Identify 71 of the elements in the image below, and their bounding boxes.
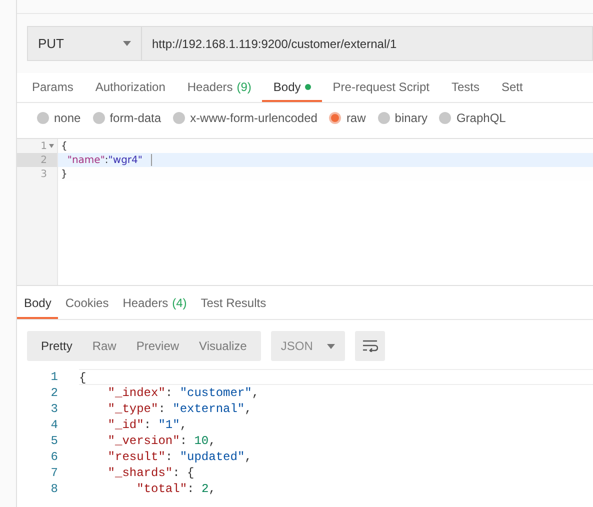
request-tab[interactable]: Body — [262, 73, 322, 102]
code-punct: : — [104, 154, 108, 168]
code-punct: : — [180, 433, 188, 449]
code-string: "wgr4" — [108, 154, 142, 168]
code-key: "result" — [79, 449, 166, 465]
response-tab[interactable]: Test Results — [194, 288, 274, 319]
request-tab[interactable]: Headers (9) — [176, 73, 262, 102]
line-number: 6 — [50, 449, 58, 465]
body-type-radio[interactable]: GraphQL — [439, 109, 506, 127]
code-string: "external" — [172, 401, 245, 417]
code-punct: { — [61, 140, 68, 154]
code-punct: , — [252, 385, 260, 401]
code-key: "name" — [61, 152, 105, 168]
view-mode-tab[interactable]: Raw — [82, 331, 126, 361]
line-number: 2 — [50, 385, 58, 401]
code-punct: : — [165, 385, 174, 401]
code-punct: : — [158, 401, 166, 417]
code-punct: , — [208, 481, 216, 497]
fold-caret-icon[interactable] — [49, 144, 54, 148]
code-number: 2 — [201, 481, 209, 497]
request-tab[interactable]: Authorization — [84, 73, 176, 102]
request-tab[interactable]: Tests — [440, 73, 490, 102]
code-punct: { — [79, 370, 86, 384]
format-dropdown[interactable]: JSON — [270, 331, 345, 361]
response-tab[interactable]: Cookies — [58, 288, 116, 319]
view-mode-tab[interactable]: Pretty — [31, 331, 82, 361]
response-tab[interactable]: Headers (4) — [116, 288, 194, 319]
code-punct: , — [208, 433, 216, 449]
wrap-lines-icon — [362, 340, 378, 352]
code-number: 10 — [194, 433, 209, 449]
body-type-radio[interactable]: none — [37, 109, 81, 127]
line-number: 3 — [40, 168, 47, 182]
code-punct: : — [165, 449, 174, 465]
view-mode-tab[interactable]: Visualize — [189, 331, 257, 361]
code-key: "_version" — [79, 433, 180, 449]
request-tab[interactable]: Params — [21, 73, 84, 102]
line-number: 8 — [50, 481, 58, 497]
body-type-radio[interactable]: form-data — [92, 109, 162, 127]
line-number: 1 — [50, 369, 58, 385]
request-editor[interactable]: 1 2 3 { "name":"wgr4" } — [17, 138, 593, 286]
line-number: 7 — [50, 465, 58, 481]
code-punct: : — [187, 481, 196, 497]
code-key: "_shards" — [79, 465, 173, 481]
code-punct: , — [244, 401, 252, 417]
code-string: "customer" — [180, 385, 252, 401]
body-type-radio[interactable]: binary — [378, 109, 428, 127]
body-type-radio[interactable]: x-www-form-urlencoded — [173, 109, 318, 127]
code-key: "_id" — [79, 417, 144, 433]
request-tab[interactable]: Sett — [490, 73, 534, 102]
caret-icon — [326, 344, 335, 348]
code-string: "1" — [158, 417, 180, 433]
code-punct: : — [144, 417, 152, 433]
code-key: "_type" — [79, 401, 158, 417]
line-number: 2 — [40, 154, 47, 168]
code-string: "updated" — [180, 449, 245, 465]
text-cursor — [150, 154, 152, 166]
body-type-radio[interactable]: raw — [329, 109, 366, 127]
wrap-lines-button[interactable] — [354, 331, 385, 361]
line-number: 4 — [50, 417, 58, 433]
code-key: "total" — [79, 481, 188, 497]
line-number: 5 — [50, 433, 58, 449]
line-number: 1 — [40, 140, 47, 154]
code-punct: : { — [172, 465, 194, 481]
request-tab[interactable]: Pre-request Script — [322, 73, 440, 102]
view-mode-tab[interactable]: Preview — [126, 331, 190, 361]
code-punct: , — [244, 449, 252, 465]
response-tab[interactable]: Body — [17, 288, 58, 319]
line-number: 3 — [50, 401, 58, 417]
code-punct: , — [180, 417, 188, 433]
code-key: "_index" — [79, 385, 166, 401]
code-punct: } — [61, 168, 68, 182]
